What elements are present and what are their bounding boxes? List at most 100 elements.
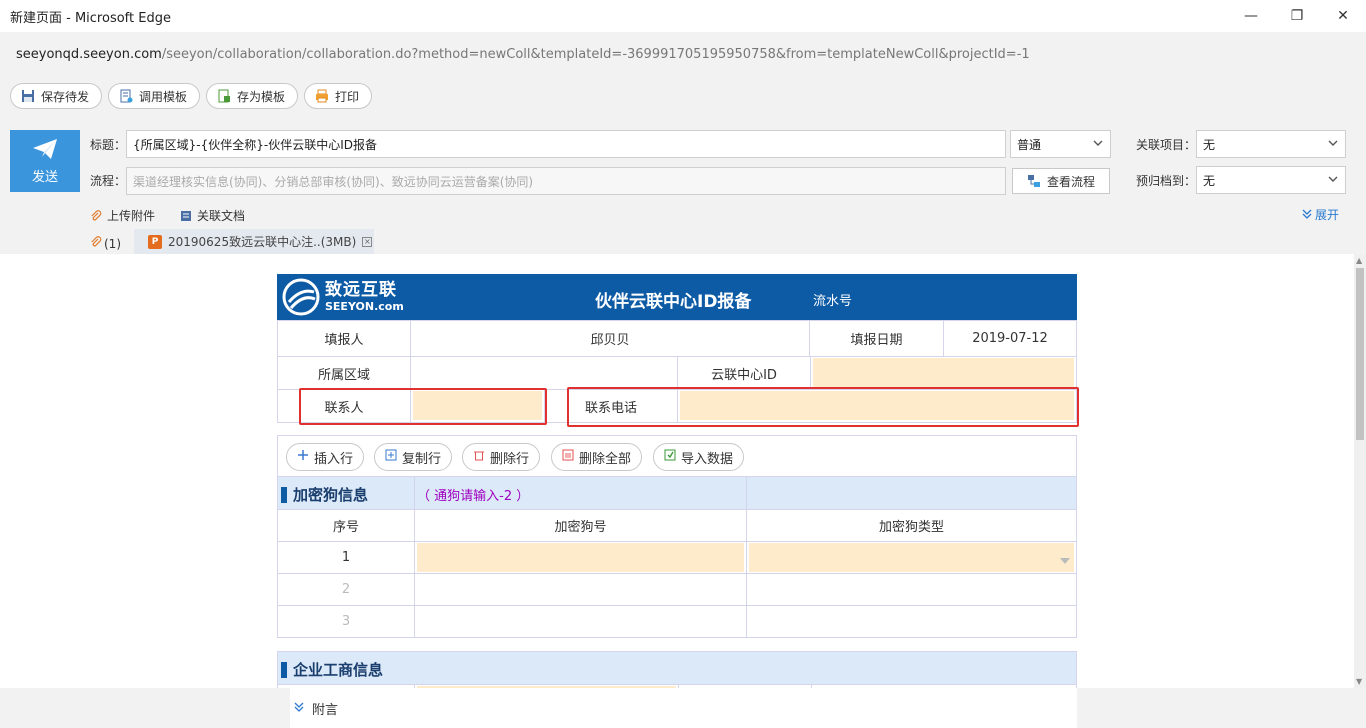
table-row-seq: 1 [277, 541, 415, 574]
use-template-label: 调用模板 [139, 89, 188, 104]
footer-bar: 附言 [0, 688, 1366, 728]
related-doc-label: 关联文档 [197, 209, 246, 223]
save-draft-button[interactable]: 保存待发 [10, 83, 103, 109]
save-template-button[interactable]: 存为模板 [206, 83, 299, 109]
related-project-label: 关联项目： [1136, 138, 1197, 152]
save-template-label: 存为模板 [237, 89, 286, 104]
serial-label: 流水号 [813, 294, 853, 309]
import-data-label: 导入数据 [681, 451, 734, 467]
view-flow-label: 查看流程 [1046, 174, 1095, 189]
report-date-label: 填报日期 [809, 320, 944, 357]
upload-attachment-link[interactable]: 上传附件 [90, 207, 155, 224]
insert-row-label: 插入行 [314, 451, 354, 467]
printer-icon [315, 89, 329, 103]
archive-label: 预归档到： [1136, 174, 1197, 188]
scrollbar-thumb[interactable] [1356, 268, 1364, 440]
dongle-type-select[interactable] [749, 543, 1074, 572]
paperclip-icon [90, 209, 102, 222]
priority-select[interactable]: 普通 [1010, 130, 1111, 158]
document-icon [180, 210, 192, 222]
window-title: 新建页面 - Microsoft Edge [10, 10, 171, 26]
attachment-chip[interactable]: P 20190625致远云联中心注..(3MB) × [134, 229, 374, 254]
related-doc-link[interactable]: 关联文档 [180, 207, 245, 224]
archive-select[interactable]: 无 [1196, 166, 1346, 194]
business-section-title: 企业工商信息 [281, 659, 383, 680]
report-date-value: 2019-07-12 [943, 320, 1077, 357]
expand-link[interactable]: 展开 [1302, 206, 1339, 223]
phone-highlight [567, 387, 1079, 427]
form-banner: 致远互联 SEEYON.com 伙伴云联中心ID报备 流水号 [277, 274, 1077, 320]
title-input[interactable]: {所属区域}-{伙伴全称}-伙伴云联中心ID报备 [126, 130, 1006, 158]
chevron-down-icon [1092, 137, 1104, 152]
upload-attachment-label: 上传附件 [107, 209, 156, 223]
close-button[interactable]: ✕ [1320, 0, 1366, 32]
plus-icon [297, 449, 309, 465]
table-row-dongle-no-cell [414, 573, 747, 606]
attachment-name: 20190625致远云联中心注..(3MB) [168, 235, 357, 249]
note-toggle[interactable]: 附言 [290, 688, 1077, 728]
table-row-dongle-no-cell [414, 605, 747, 638]
logo-cn: 致远互联 [325, 280, 397, 300]
print-label: 打印 [335, 89, 360, 104]
minimize-button[interactable]: — [1228, 0, 1274, 32]
section-marker [281, 661, 287, 678]
collaboration-header: 发送 标题： {所属区域}-{伙伴全称}-伙伴云联中心ID报备 普通 关联项目：… [0, 116, 1366, 254]
seeyon-logo: 致远互联 SEEYON.com [281, 278, 404, 316]
region-value [410, 356, 678, 390]
paperclip-icon [90, 236, 102, 251]
dongle-section-title: 加密狗信息 [281, 484, 368, 505]
import-icon [664, 449, 676, 465]
view-flow-button[interactable]: 查看流程 [1012, 168, 1110, 194]
table-row-dongle-type-cell [746, 605, 1077, 638]
delete-all-button[interactable]: 删除全部 [551, 443, 643, 471]
table-row-dongle-type-cell [746, 573, 1077, 606]
form-content: 致远互联 SEEYON.com 伙伴云联中心ID报备 流水号 填报人 邱贝贝 填… [0, 254, 1354, 688]
paper-plane-icon [32, 138, 58, 160]
report-form: 致远互联 SEEYON.com 伙伴云联中心ID报备 流水号 填报人 邱贝贝 填… [277, 274, 1079, 427]
delete-row-label: 删除行 [490, 451, 530, 467]
import-data-button[interactable]: 导入数据 [653, 443, 745, 471]
print-button[interactable]: 打印 [304, 83, 373, 109]
copy-row-button[interactable]: 复制行 [374, 443, 453, 471]
ppt-file-icon: P [148, 234, 162, 249]
flow-input[interactable]: 渠道经理核实信息(协同)、分销总部审核(协同)、致远协同云运营备案(协同) [126, 167, 1006, 195]
url-path: /seeyon/collaboration/collaboration.do?m… [161, 46, 1030, 62]
insert-row-button[interactable]: 插入行 [286, 443, 365, 471]
double-chevron-down-icon [1302, 208, 1312, 222]
double-chevron-down-icon [294, 701, 304, 716]
form-title: 伙伴云联中心ID报备 [595, 292, 752, 312]
address-bar[interactable]: seeyonqd.seeyon.com/seeyon/collaboration… [0, 32, 1366, 76]
related-project-select[interactable]: 无 [1196, 130, 1346, 158]
note-label: 附言 [312, 702, 339, 718]
template-icon [119, 89, 133, 103]
delete-all-icon [562, 449, 574, 465]
flow-label: 流程： [90, 174, 127, 188]
section-marker [281, 486, 287, 503]
save-draft-label: 保存待发 [41, 89, 90, 104]
table-row-seq: 3 [277, 605, 415, 638]
restore-button[interactable]: ❐ [1274, 0, 1320, 32]
save-icon [21, 89, 35, 103]
dropdown-arrow-icon [1060, 554, 1070, 569]
delete-row-button[interactable]: 删除行 [462, 443, 541, 471]
business-section-title-text: 企业工商信息 [293, 661, 384, 679]
business-section-header [277, 651, 1077, 685]
window-controls: — ❐ ✕ [1228, 0, 1366, 32]
contact-highlight [299, 388, 547, 425]
table-row-seq: 2 [277, 573, 415, 606]
chevron-down-icon [1327, 137, 1339, 152]
scroll-down-icon[interactable]: ▼ [1356, 677, 1362, 686]
center-id-label: 云联中心ID [677, 356, 811, 390]
dongle-no-input[interactable] [417, 543, 744, 572]
send-button[interactable]: 发送 [10, 130, 80, 192]
attachment-count-value: (1) [104, 236, 121, 251]
delete-all-label: 删除全部 [579, 451, 632, 467]
dongle-hint: （ 通狗请输入-2 ） [417, 489, 530, 504]
toolbar: 保存待发 调用模板 存为模板 打印 [0, 76, 1366, 116]
center-id-input[interactable] [813, 358, 1074, 387]
scroll-up-icon[interactable]: ▲ [1356, 256, 1362, 265]
use-template-button[interactable]: 调用模板 [108, 83, 201, 109]
remove-attachment-icon[interactable]: × [362, 236, 373, 247]
vertical-scrollbar[interactable]: ▲ ▼ [1354, 254, 1366, 688]
reporter-label: 填报人 [277, 320, 411, 357]
